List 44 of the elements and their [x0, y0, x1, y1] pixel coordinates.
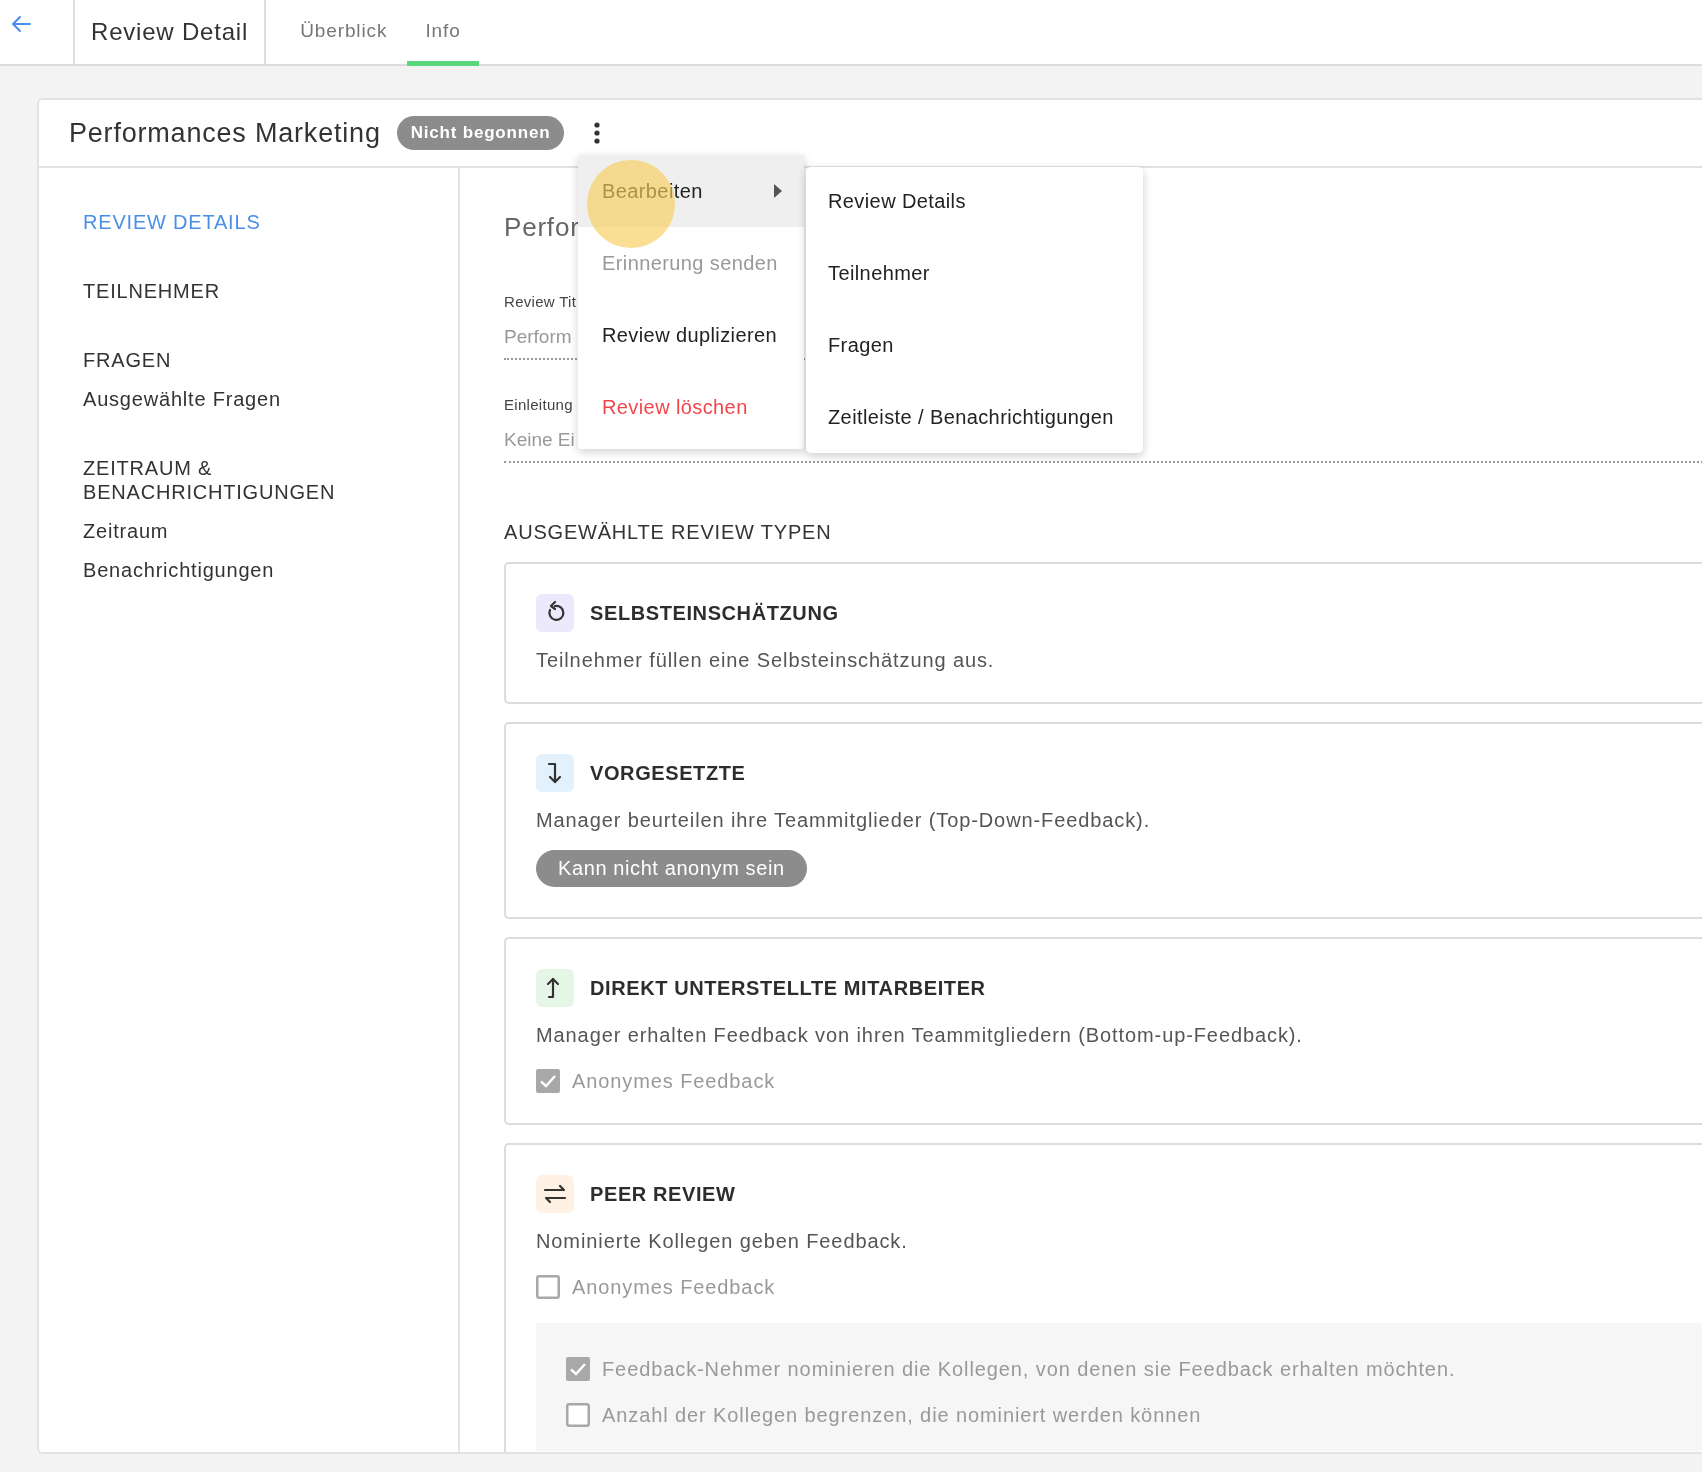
menu-item[interactable]: Fragen [828, 332, 894, 358]
checkbox[interactable] [536, 1069, 560, 1093]
review-type-title: VORGESETZTE [590, 761, 746, 785]
review-type-description: Manager beurteilen ihre Teammitglieder (Top-Down-Feedback). [536, 809, 1151, 832]
section-heading: AUSGEWÄHLTE REVIEW TYPEN [504, 521, 832, 544]
review-type-title: PEER REVIEW [590, 1182, 736, 1206]
review-type-title: DIREKT UNTERSTELLTE MITARBEITER [590, 976, 986, 1000]
menu-item-label: Review löschen [602, 395, 748, 419]
menu-item[interactable]: Teilnehmer [828, 260, 930, 286]
sidebar-item[interactable]: TEILNEHMER [83, 279, 220, 303]
info-chip: Kann nicht anonym sein [536, 850, 807, 887]
review-type-description: Manager erhalten Feedback von ihren Teammitgliedern (Bottom-up-Feedback). [536, 1024, 1303, 1047]
sidebar-item[interactable]: ZEITRAUM & BENACHRICHTIGUNGEN [83, 456, 373, 504]
more-menu-icon[interactable] [594, 122, 601, 144]
checkbox-label: Anzahl der Kollegen begrenzen, die nominiert werden können [602, 1403, 1202, 1427]
field-label: Review Tit [504, 293, 577, 310]
menu-item-label: Erinnerung senden [602, 251, 778, 275]
menu-item[interactable]: Review duplizieren [578, 299, 804, 371]
menu-item[interactable]: Review löschen [578, 371, 804, 443]
checkbox-label: Anonymes Feedback [572, 1069, 776, 1093]
menu-item[interactable]: Zeitleiste / Benachrichtigungen [828, 404, 1114, 430]
sidebar-item[interactable]: Zeitraum [83, 519, 169, 543]
checkbox[interactable] [566, 1403, 590, 1427]
tab[interactable]: Überblick [282, 0, 406, 66]
sidebar-item[interactable]: FRAGEN [83, 348, 172, 372]
checkbox[interactable] [536, 1275, 560, 1299]
review-type-description: Teilnehmer füllen eine Selbsteinschätzung aus. [536, 649, 995, 672]
tab[interactable]: Info [407, 0, 479, 66]
menu-item[interactable]: Review Details [828, 188, 966, 214]
sidebar-item[interactable]: Ausgewählte Fragen [83, 387, 281, 411]
back-arrow-icon[interactable] [10, 15, 32, 33]
page-title: Review Detail [91, 18, 249, 46]
submenu-arrow-icon [774, 184, 782, 198]
menu-item-label: Review duplizieren [602, 323, 778, 347]
field-label: Einleitung [504, 396, 573, 413]
sidebar-item[interactable]: Benachrichtigungen [83, 558, 275, 582]
checkbox-label: Feedback-Nehmer nominieren die Kollegen, von denen sie Feedback erhalten möchten. [602, 1357, 1456, 1381]
review-type-title: SELBSTEINSCHÄTZUNG [590, 601, 839, 625]
review-title: Performances Marketing [69, 117, 381, 149]
status-badge: Nicht begonnen [396, 116, 565, 150]
section-heading: Perfor [504, 212, 580, 243]
review-type-description: Nominierte Kollegen geben Feedback. [536, 1230, 908, 1253]
checkbox[interactable] [566, 1357, 590, 1381]
checkbox-label: Anonymes Feedback [572, 1275, 776, 1299]
